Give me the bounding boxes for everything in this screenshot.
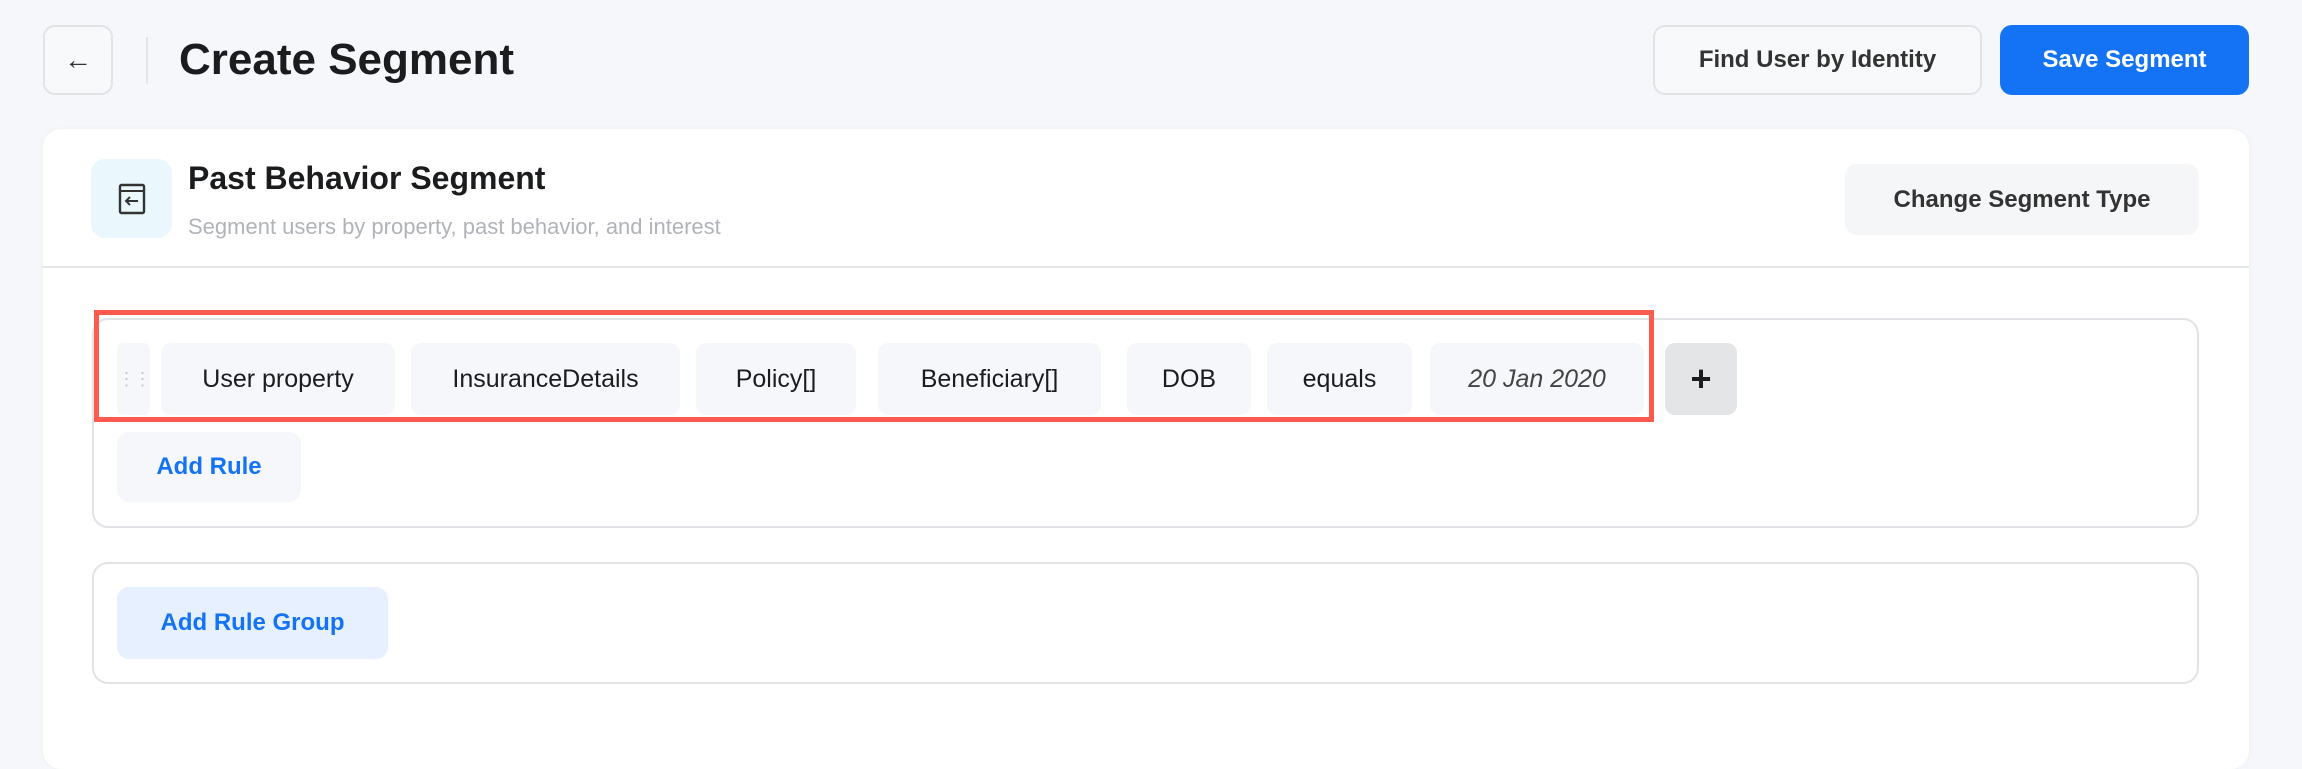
card-divider bbox=[43, 266, 2249, 268]
segment-type-subtitle: Segment users by property, past behavior… bbox=[188, 214, 721, 239]
segment-type-title: Past Behavior Segment bbox=[188, 160, 546, 196]
add-condition-button[interactable]: + bbox=[1665, 343, 1737, 415]
header-divider bbox=[146, 37, 148, 84]
add-group-container bbox=[92, 562, 2199, 684]
add-rule-group-button[interactable]: Add Rule Group bbox=[117, 587, 388, 659]
save-segment-button[interactable]: Save Segment bbox=[2000, 25, 2249, 95]
find-user-button[interactable]: Find User by Identity bbox=[1653, 25, 1982, 95]
window-arrow-left-icon bbox=[118, 183, 145, 214]
add-rule-button[interactable]: Add Rule bbox=[117, 432, 301, 502]
highlight-box bbox=[94, 310, 1654, 422]
back-button[interactable]: ← bbox=[43, 25, 113, 95]
segment-type-icon-box bbox=[91, 159, 172, 238]
change-segment-type-button[interactable]: Change Segment Type bbox=[1845, 164, 2199, 235]
arrow-left-icon: ← bbox=[64, 44, 92, 75]
page-title: Create Segment bbox=[179, 35, 515, 84]
